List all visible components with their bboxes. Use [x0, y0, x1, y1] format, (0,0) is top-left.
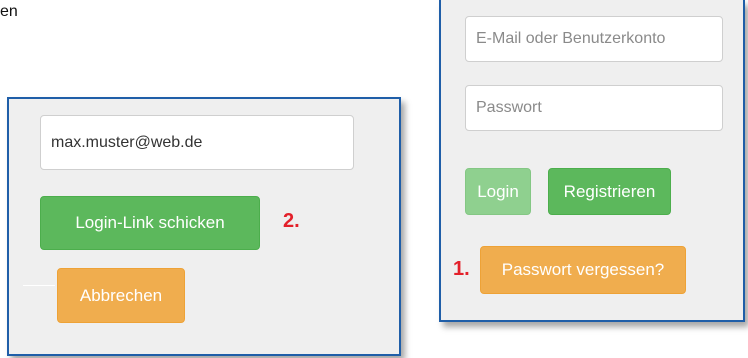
email-input[interactable]: max.muster@web.de	[40, 115, 354, 170]
password-input[interactable]: Passwort	[465, 85, 723, 131]
login-button[interactable]: Login	[465, 168, 531, 215]
divider-line	[23, 285, 55, 286]
email-or-account-input[interactable]: E-Mail oder Benutzerkonto	[465, 16, 723, 62]
step-2-label: 2.	[283, 210, 300, 232]
forgot-password-button[interactable]: Passwort vergessen?	[480, 246, 686, 294]
send-login-link-button[interactable]: Login-Link schicken	[40, 196, 260, 250]
cropped-heading-text: en	[0, 3, 18, 20]
cancel-button[interactable]: Abbrechen	[57, 268, 185, 323]
login-panel: E-Mail oder Benutzerkonto Passwort Login…	[439, 0, 745, 322]
step-1-label: 1.	[453, 258, 470, 280]
register-button[interactable]: Registrieren	[548, 168, 671, 215]
login-link-panel: max.muster@web.de Login-Link schicken 2.…	[7, 97, 401, 356]
